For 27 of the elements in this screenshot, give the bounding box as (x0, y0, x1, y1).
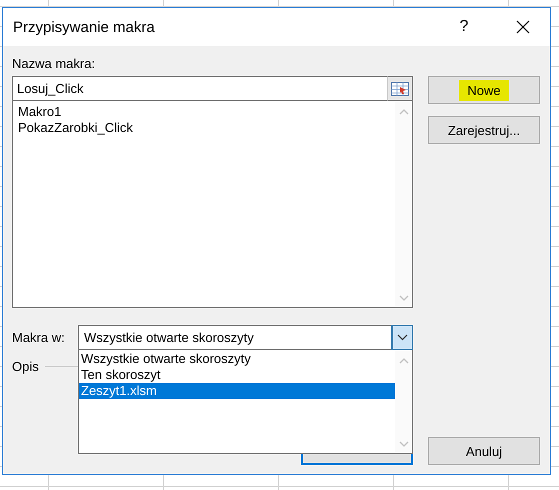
group-label: Opis (12, 359, 39, 374)
dropdown-option[interactable]: Zeszyt1.xlsm (79, 383, 395, 399)
field-label: Nazwa makra: (12, 55, 96, 73)
dialog-button[interactable]: Zarejestruj... (428, 116, 540, 144)
table-icon (391, 82, 409, 96)
range-picker-button[interactable] (387, 76, 413, 101)
scroll-up-icon[interactable] (398, 358, 408, 364)
dropdown-toggle[interactable] (392, 326, 412, 349)
dialog-button[interactable]: Nowe (428, 76, 540, 104)
macro-name-field[interactable]: Losuj_Click (12, 76, 387, 101)
field-label: Makra w: (12, 330, 66, 345)
help-button[interactable]: ? (444, 12, 484, 42)
scroll-down-icon[interactable] (398, 295, 408, 301)
dropdown-option[interactable]: Ten skoroszyt (79, 367, 395, 383)
macro-list-item[interactable]: PokazZarobki_Click (16, 120, 395, 136)
scroll-down-icon[interactable] (398, 441, 408, 447)
chevron-down-icon (397, 334, 408, 341)
cancel-button[interactable]: Anuluj (428, 437, 540, 465)
macro-list-item[interactable]: Makro1 (16, 104, 395, 120)
dropdown-option[interactable]: Wszystkie otwarte skoroszyty (79, 351, 395, 367)
scrollbar[interactable] (395, 101, 412, 307)
scrollbar[interactable] (395, 350, 412, 453)
close-icon (516, 20, 530, 34)
scroll-up-icon[interactable] (398, 109, 408, 115)
macros-in-dropdown[interactable]: Wszystkie otwarte skoroszyty (78, 325, 413, 350)
dropdown-value: Wszystkie otwarte skoroszyty (83, 330, 255, 345)
window-title: Przypisywanie makra (13, 18, 156, 36)
